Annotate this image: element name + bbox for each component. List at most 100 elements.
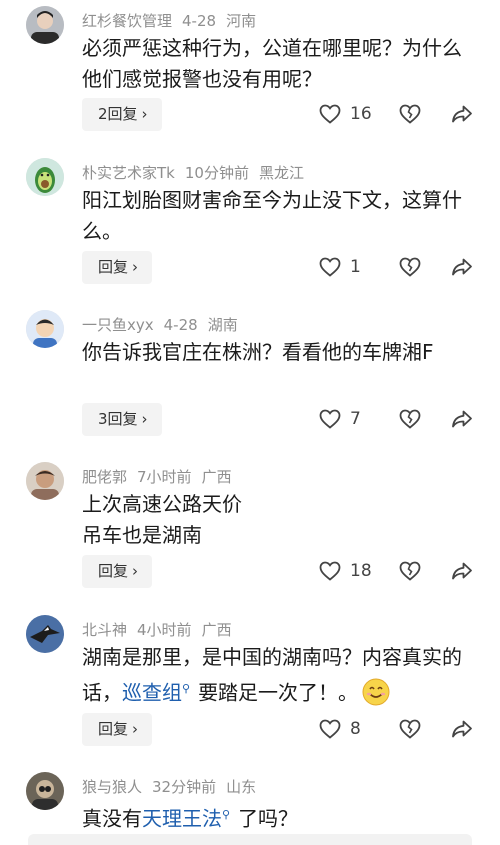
chevron-right-icon: ›: [141, 105, 148, 123]
comment-text-line: 上次高速公路天价: [82, 492, 242, 516]
search-icon: ⚲: [222, 808, 231, 821]
search-icon: ⚲: [182, 682, 191, 695]
like-button[interactable]: 7: [318, 407, 361, 431]
username[interactable]: 朴实艺术家Tk: [82, 164, 175, 182]
username[interactable]: 肥佬郭: [82, 468, 127, 486]
comment-date: 4小时前: [137, 621, 192, 639]
like-button[interactable]: 8: [318, 717, 361, 741]
heart-outline-icon: [319, 409, 341, 429]
share-arrow-icon: [452, 105, 472, 123]
comment-actions: 16: [318, 98, 488, 131]
comment-text: 阳江划胎图财害命至今为止没下文，这算什么。: [82, 188, 462, 243]
comment-meta: 肥佬郭 7小时前 广西: [82, 466, 242, 487]
comment-meta: 北斗神 4小时前 广西: [82, 619, 242, 640]
broken-heart-icon: [399, 104, 421, 124]
share-button[interactable]: [450, 102, 474, 130]
comment-text-part: 真没有: [82, 806, 142, 831]
avatar[interactable]: [26, 772, 64, 810]
reply-label: 回复: [98, 720, 129, 738]
comment-text: 湖南是那里，是中国的湖南吗？内容真实的话，巡查组⚲ 要踏足一次了！。: [82, 642, 474, 709]
avatar[interactable]: [26, 158, 64, 196]
like-button[interactable]: 1: [318, 255, 361, 279]
comment-location: 广西: [201, 468, 232, 486]
share-button[interactable]: [450, 559, 474, 587]
reply-label: 回复: [98, 562, 129, 580]
reply-label: 3回复: [98, 410, 138, 428]
comment-meta: 红杉餐饮管理 4-28 河南: [82, 10, 266, 31]
chevron-right-icon: ›: [132, 562, 139, 580]
comment-meta: 朴实艺术家Tk 10分钟前 黑龙江: [82, 162, 314, 183]
dislike-button[interactable]: [398, 102, 422, 130]
reply-button[interactable]: 回复 ›: [82, 713, 153, 746]
dislike-button[interactable]: [398, 407, 422, 435]
share-arrow-icon: [452, 410, 472, 428]
dislike-button[interactable]: [398, 559, 422, 587]
chevron-right-icon: ›: [132, 258, 139, 276]
comment-text-part: 要踏足一次了！。: [198, 680, 359, 705]
reply-button[interactable]: 回复 ›: [82, 555, 153, 588]
comment-meta: 狼与狼人 32分钟前 山东: [82, 776, 266, 797]
reply-label: 回复: [98, 258, 129, 276]
share-button[interactable]: [450, 407, 474, 435]
chevron-right-icon: ›: [132, 720, 139, 738]
username[interactable]: 北斗神: [82, 621, 127, 639]
search-link[interactable]: 巡查组: [122, 681, 182, 705]
dislike-button[interactable]: [398, 717, 422, 745]
reply-label: 2回复: [98, 105, 138, 123]
comment-text: 真没有天理王法⚲ 了吗？: [82, 799, 474, 835]
like-button[interactable]: 18: [318, 559, 372, 583]
comment-location: 黑龙江: [258, 164, 304, 182]
avatar[interactable]: [26, 615, 64, 653]
share-arrow-icon: [452, 720, 472, 738]
broken-heart-icon: [399, 409, 421, 429]
comment-text: 你告诉我官庄在株洲？看看他的车牌湘F: [82, 340, 434, 364]
comment-actions: 7: [318, 403, 488, 436]
comment-text-part: 了吗？: [238, 806, 299, 831]
comment-location: 湖南: [207, 316, 238, 334]
comment-date: 4-28: [182, 12, 217, 30]
heart-outline-icon: [319, 561, 341, 581]
comment-text-line: 吊车也是湖南: [82, 523, 202, 547]
reply-button[interactable]: 回复 ›: [82, 251, 153, 284]
comment-location: 山东: [226, 778, 257, 796]
comment-location: 广西: [201, 621, 232, 639]
comment-date: 32分钟前: [152, 778, 217, 796]
like-button[interactable]: 16: [318, 102, 372, 126]
heart-outline-icon: [319, 257, 341, 277]
heart-outline-icon: [319, 104, 341, 124]
avatar[interactable]: [26, 462, 64, 500]
share-arrow-icon: [452, 562, 472, 580]
comment-text: 上次高速公路天价 吊车也是湖南: [82, 489, 474, 551]
comment-meta: 一只鱼xyx 4-28 湖南: [82, 314, 248, 335]
comment-date: 4-28: [163, 316, 198, 334]
share-button[interactable]: [450, 717, 474, 745]
comment-location: 河南: [226, 12, 257, 30]
like-count: 8: [350, 719, 361, 739]
share-button[interactable]: [450, 255, 474, 283]
share-arrow-icon: [452, 258, 472, 276]
reply-input-bar[interactable]: [28, 834, 472, 845]
like-count: 18: [350, 561, 372, 581]
comment-date: 10分钟前: [184, 164, 249, 182]
like-count: 1: [350, 257, 361, 277]
username[interactable]: 狼与狼人: [82, 778, 142, 796]
broken-heart-icon: [399, 561, 421, 581]
smile-emoji-icon: [362, 678, 390, 706]
reply-button[interactable]: 2回复 ›: [82, 98, 162, 131]
comment-text: 必须严惩这种行为，公道在哪里呢？为什么他们感觉报警也没有用呢？: [82, 36, 462, 91]
comment-actions: 1: [318, 251, 488, 284]
comment-date: 7小时前: [137, 468, 192, 486]
avatar[interactable]: [26, 6, 64, 44]
heart-outline-icon: [319, 719, 341, 739]
comment-actions: 18: [318, 555, 488, 588]
chevron-right-icon: ›: [141, 410, 148, 428]
dislike-button[interactable]: [398, 255, 422, 283]
comment-actions: 8: [318, 713, 488, 746]
search-link[interactable]: 天理王法: [142, 807, 222, 831]
username[interactable]: 一只鱼xyx: [82, 316, 154, 334]
broken-heart-icon: [399, 257, 421, 277]
username[interactable]: 红杉餐饮管理: [82, 12, 172, 30]
avatar[interactable]: [26, 310, 64, 348]
broken-heart-icon: [399, 719, 421, 739]
reply-button[interactable]: 3回复 ›: [82, 403, 162, 436]
